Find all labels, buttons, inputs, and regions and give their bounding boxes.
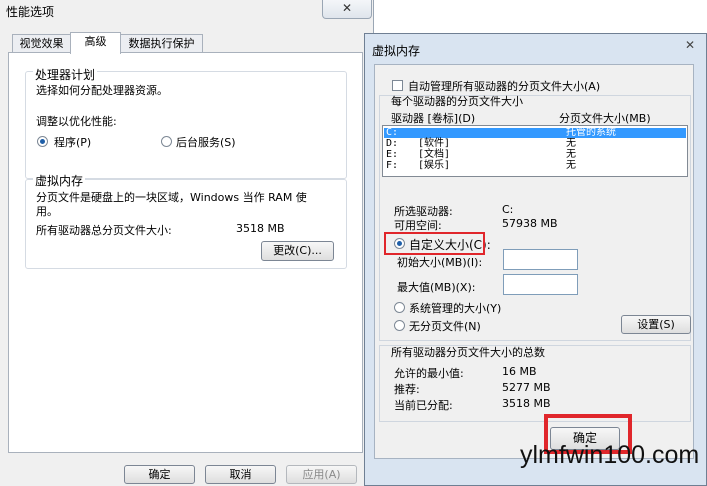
size-column-header: 分页文件大小(MB) xyxy=(559,112,651,125)
selected-drive-value: C: xyxy=(502,203,514,216)
initial-size-label: 初始大小(MB)(I): xyxy=(397,256,483,269)
virtual-memory-group-title: 虚拟内存 xyxy=(33,172,86,189)
totals-header: 所有驱动器分页文件大小的总数 xyxy=(391,346,545,359)
drive-column-header: 驱动器 [卷标](D) xyxy=(391,112,476,125)
processor-description: 选择如何分配处理器资源。 xyxy=(36,84,168,97)
vm-description-line2: 用。 xyxy=(36,205,58,218)
dialog-body: 自动管理所有驱动器的分页文件大小(A) 每个驱动器的分页文件大小 驱动器 [卷标… xyxy=(374,64,694,459)
auto-manage-label[interactable]: 自动管理所有驱动器的分页文件大小(A) xyxy=(408,78,600,94)
drive-row[interactable]: F: [娱乐] 无 xyxy=(384,161,686,171)
adjust-label: 调整以优化性能: xyxy=(36,115,117,128)
programs-radio[interactable] xyxy=(37,136,48,147)
close-icon: ✕ xyxy=(684,38,696,52)
auto-manage-checkbox[interactable] xyxy=(392,80,403,91)
drive-list[interactable]: C: 托管的系统 D: [软件] 无 E: [文档] 无 F: [娱乐] 无 xyxy=(382,125,688,177)
background-services-label[interactable]: 后台服务(S) xyxy=(176,134,236,150)
total-paging-value: 3518 MB xyxy=(236,222,285,235)
tab-advanced[interactable]: 高级 xyxy=(70,32,121,54)
initial-size-input[interactable] xyxy=(503,249,578,270)
advanced-tab-panel: 处理器计划 选择如何分配处理器资源。 调整以优化性能: 程序(P) 后台服务(S… xyxy=(8,52,363,453)
system-managed-label[interactable]: 系统管理的大小(Y) xyxy=(409,300,501,316)
dialog-title: 虚拟内存 xyxy=(372,44,421,58)
watermark: ylmfwin100.com xyxy=(520,441,700,469)
current-allocated-value: 3518 MB xyxy=(502,397,551,410)
programs-label[interactable]: 程序(P) xyxy=(54,134,91,150)
drive-row[interactable]: D: [软件] 无 xyxy=(384,139,686,149)
cancel-button[interactable]: 取消 xyxy=(205,465,276,484)
drive-row[interactable]: C: 托管的系统 xyxy=(384,128,686,138)
no-paging-label[interactable]: 无分页文件(N) xyxy=(409,318,481,334)
tab-dep[interactable]: 数据执行保护 xyxy=(120,34,203,53)
min-allowed-label: 允许的最小值: xyxy=(394,367,464,380)
processor-group-title: 处理器计划 xyxy=(33,66,98,83)
max-size-input[interactable] xyxy=(503,274,578,295)
ok-button[interactable]: 确定 xyxy=(124,465,195,484)
close-icon: ✕ xyxy=(341,1,353,15)
custom-size-highlight-box xyxy=(384,232,485,255)
total-paging-label: 所有驱动器总分页文件大小: xyxy=(36,224,172,237)
apply-button[interactable]: 应用(A) xyxy=(286,465,357,484)
current-allocated-label: 当前已分配: xyxy=(394,399,453,412)
tab-visual-effects[interactable]: 视觉效果 xyxy=(12,34,71,53)
performance-options-window: 性能选项 ✕ 视觉效果 高级 数据执行保护 处理器计划 选择如何分配处理器资源。… xyxy=(0,0,374,486)
window-title: 性能选项 xyxy=(6,5,55,19)
background-services-radio[interactable] xyxy=(161,136,172,147)
vm-description-line1: 分页文件是硬盘上的一块区域，Windows 当作 RAM 使 xyxy=(36,191,307,204)
recommended-value: 5277 MB xyxy=(502,381,551,394)
recommended-label: 推荐: xyxy=(394,383,420,396)
max-size-label: 最大值(MB)(X): xyxy=(397,281,476,294)
dialog-close-button[interactable]: ✕ xyxy=(674,36,706,54)
per-drive-header: 每个驱动器的分页文件大小 xyxy=(391,95,523,108)
virtual-memory-dialog: 虚拟内存 ✕ 自动管理所有驱动器的分页文件大小(A) 每个驱动器的分页文件大小 … xyxy=(364,33,707,486)
set-button[interactable]: 设置(S) xyxy=(621,315,691,334)
free-space-label: 可用空间: xyxy=(394,219,442,232)
free-space-value: 57938 MB xyxy=(502,217,558,230)
drive-row[interactable]: E: [文档] 无 xyxy=(384,150,686,160)
close-button[interactable]: ✕ xyxy=(322,0,372,19)
change-button[interactable]: 更改(C)... xyxy=(261,241,334,261)
min-allowed-value: 16 MB xyxy=(502,365,537,378)
no-paging-radio[interactable] xyxy=(394,320,405,331)
system-managed-radio[interactable] xyxy=(394,302,405,313)
